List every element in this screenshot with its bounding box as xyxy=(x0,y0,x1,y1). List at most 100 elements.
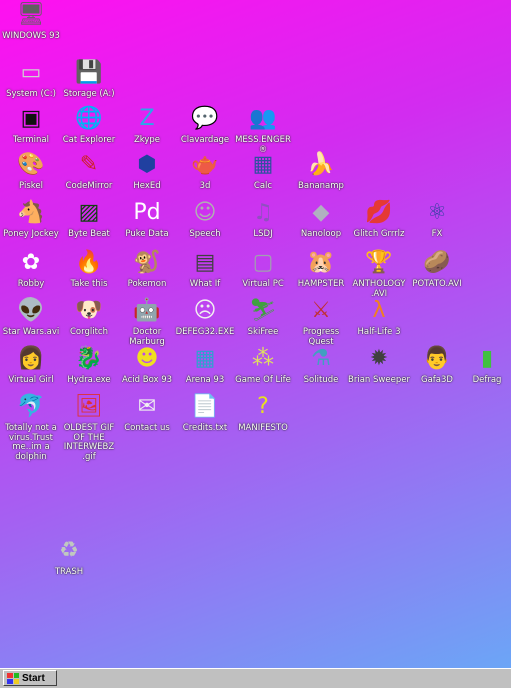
windows-logo-icon xyxy=(7,672,19,684)
desktop-icon-game-of-life[interactable]: ⁂ Game Of Life xyxy=(232,344,294,386)
desktop-icon-zkype[interactable]: Z Zkype xyxy=(116,104,178,146)
desktop-icon-label: Bananamp xyxy=(298,181,344,191)
desktop-icon-potato-avi[interactable]: 🥔 POTATO.AVI xyxy=(406,248,468,290)
poney-jockey-icon: 🐴 xyxy=(17,200,45,225)
desktop-icon-totally-not-a-virus-trust-me-im-a-dolphin[interactable]: 🐬 Totally not a virus.Trust me..im a dolp… xyxy=(0,392,62,462)
desktop-icon-doctor-marburg[interactable]: 🤖 Doctor Marburg xyxy=(116,296,178,347)
desktop-icon-label: Zkype xyxy=(133,135,161,145)
desktop-icon-star-wars-avi[interactable]: 👽 Star Wars.avi xyxy=(0,296,62,338)
desktop-icon-label: Virtual PC xyxy=(242,279,284,289)
desktop-icon-label: 3d xyxy=(199,181,211,191)
desktop-icon-credits-txt[interactable]: 📄 Credits.txt xyxy=(174,392,236,434)
hampster-icon: 🐹 xyxy=(307,250,335,275)
desktop-icon-solitude[interactable]: ⚗ Solitude xyxy=(290,344,352,386)
desktop-icon-codemirror[interactable]: ✎ CodeMirror xyxy=(58,150,120,192)
3d-icon: 🫖 xyxy=(191,152,219,177)
solitude-icon: ⚗ xyxy=(311,346,331,371)
desktop-icon-defeg32-exe[interactable]: ☹ DEFEG32.EXE xyxy=(174,296,236,338)
desktop-icon-skifree[interactable]: ⛷ SkiFree xyxy=(232,296,294,338)
desktop-icon-what-if[interactable]: ▤ What If xyxy=(174,248,236,290)
desktop-icon-puke-data[interactable]: Pd Puke Data xyxy=(116,198,178,240)
desktop-icon-half-life-3[interactable]: λ Half-Life 3 xyxy=(348,296,410,338)
desktop-icon-system-c[interactable]: ▭ System (C:) xyxy=(0,58,62,100)
desktop-icon-terminal[interactable]: ▣ Terminal xyxy=(0,104,62,146)
desktop-icon-label: OLDEST GIF OF THE INTERWEBZ .gif xyxy=(63,423,115,462)
desktop-icon-progress-quest[interactable]: ⚔ Progress Quest xyxy=(290,296,352,347)
desktop-icon-virtual-girl[interactable]: 👩 Virtual Girl xyxy=(0,344,62,386)
desktop-icon-bananamp[interactable]: 🍌 Bananamp xyxy=(290,150,352,192)
desktop-icon-robby[interactable]: ✿ Robby xyxy=(0,248,62,290)
manifesto-icon: ? xyxy=(257,394,269,419)
virtual-girl-icon: 👩 xyxy=(17,346,45,371)
desktop-icon-label: Star Wars.avi xyxy=(2,327,60,337)
trash-icon: ♻ xyxy=(59,538,79,563)
desktop-icon-calc[interactable]: ▦ Calc xyxy=(232,150,294,192)
calc-icon: ▦ xyxy=(252,152,274,177)
desktop-icon-hampster[interactable]: 🐹 HAMPSTER xyxy=(290,248,352,290)
desktop-icon-label: Nanoloop xyxy=(300,229,342,239)
desktop-icon-label: Contact us xyxy=(124,423,170,433)
desktop-icon-arena-93[interactable]: ▦ Arena 93 xyxy=(174,344,236,386)
desktop-icon-label: SkiFree xyxy=(247,327,279,337)
desktop-icon-hydra-exe[interactable]: 🐉 Hydra.exe xyxy=(58,344,120,386)
desktop-icon-label: HexEd xyxy=(133,181,161,191)
anthology-avi-icon: 🏆 xyxy=(365,250,393,275)
desktop-icon-cat-explorer[interactable]: 🌐 Cat Explorer xyxy=(58,104,120,146)
desktop-icon-corglitch[interactable]: 🐶 Corglitch xyxy=(58,296,120,338)
desktop-icon-label: Calc xyxy=(253,181,273,191)
desktop-icon-glitch-grrrlz[interactable]: 💋 Glitch Grrrlz xyxy=(348,198,410,240)
desktop-icon-contact-us[interactable]: ✉ Contact us xyxy=(116,392,178,434)
start-button[interactable]: Start xyxy=(3,670,57,686)
desktop-icon-manifesto[interactable]: ? MANIFESTO xyxy=(232,392,294,434)
virtual-pc-icon: ▢ xyxy=(252,250,274,275)
desktop-icon-lsdj[interactable]: ♫ LSDJ xyxy=(232,198,294,240)
desktop-icon-label: Game Of Life xyxy=(235,375,291,385)
desktop-icon-3d[interactable]: 🫖 3d xyxy=(174,150,236,192)
totally-not-a-virus-trust-me-im-a-dolphin-icon: 🐬 xyxy=(17,394,45,419)
cat-explorer-icon: 🌐 xyxy=(75,106,103,131)
desktop-icon-take-this[interactable]: 🔥 Take this xyxy=(58,248,120,290)
desktop-icon-byte-beat[interactable]: ▨ Byte Beat xyxy=(58,198,120,240)
desktop-icon-label: LSDJ xyxy=(253,229,273,239)
desktop-icon-hexed[interactable]: ⬢ HexEd xyxy=(116,150,178,192)
desktop-icon-label: Storage (A:) xyxy=(63,89,115,99)
desktop-icon-virtual-pc[interactable]: ▢ Virtual PC xyxy=(232,248,294,290)
defeg32-exe-icon: ☹ xyxy=(193,298,217,323)
desktop-icon-nanoloop[interactable]: ◆ Nanoloop xyxy=(290,198,352,240)
desktop-icon-label: Pokemon xyxy=(127,279,167,289)
desktop-icon-fx[interactable]: ⚛ FX xyxy=(406,198,468,240)
desktop-icon-label: Totally not a virus.Trust me..im a dolph… xyxy=(5,423,57,462)
desktop-icon-clavardage[interactable]: 💬 Clavardage xyxy=(174,104,236,146)
desktop-icon-windows-93[interactable]: 🖥 WINDOWS 93 xyxy=(0,0,62,42)
desktop-icon-label: Hydra.exe xyxy=(67,375,111,385)
pokemon-icon: 🐒 xyxy=(133,250,161,275)
desktop: 🖥 WINDOWS 93 ▭ System (C:) 💾 Storage (A:) ▣ Ter… xyxy=(0,0,511,668)
desktop-icon-mess-enger[interactable]: 👥 MESS.ENGER ® xyxy=(232,104,294,155)
desktop-icon-speech[interactable]: ☺ Speech xyxy=(174,198,236,240)
defrag-icon: ▮ xyxy=(480,346,494,371)
doctor-marburg-icon: 🤖 xyxy=(133,298,161,323)
desktop-icon-defrag[interactable]: ▮ Defrag xyxy=(456,344,511,386)
bananamp-icon: 🍌 xyxy=(307,152,335,177)
desktop-icon-brian-sweeper[interactable]: ✹ Brian Sweeper xyxy=(348,344,410,386)
desktop-icon-label: Defrag xyxy=(472,375,502,385)
credits-txt-icon: 📄 xyxy=(191,394,219,419)
desktop-icon-acid-box-93[interactable]: ☻ Acid Box 93 xyxy=(116,344,178,386)
desktop-icon-trash[interactable]: ♻ TRASH xyxy=(38,536,100,578)
desktop-icon-label: Arena 93 xyxy=(185,375,225,385)
take-this-icon: 🔥 xyxy=(75,250,103,275)
desktop-icon-poney-jockey[interactable]: 🐴 Poney Jockey xyxy=(0,198,62,240)
desktop-icon-label: Puke Data xyxy=(125,229,169,239)
puke-data-icon: Pd xyxy=(133,200,161,225)
desktop-icon-piskel[interactable]: 🎨 Piskel xyxy=(0,150,62,192)
desktop-icon-oldest-gif-of-the-interwebz-gif[interactable]: 🖼 OLDEST GIF OF THE INTERWEBZ .gif xyxy=(58,392,120,462)
potato-avi-icon: 🥔 xyxy=(423,250,451,275)
desktop-icon-pokemon[interactable]: 🐒 Pokemon xyxy=(116,248,178,290)
desktop-icon-label: Half-Life 3 xyxy=(357,327,401,337)
clavardage-icon: 💬 xyxy=(191,106,219,131)
speech-icon: ☺ xyxy=(193,200,217,225)
desktop-icon-storage-a[interactable]: 💾 Storage (A:) xyxy=(58,58,120,100)
hexed-icon: ⬢ xyxy=(137,152,157,177)
desktop-icon-label: Corglitch xyxy=(70,327,108,337)
desktop-icon-anthology-avi[interactable]: 🏆 ANTHOLOGY .AVI xyxy=(348,248,410,299)
